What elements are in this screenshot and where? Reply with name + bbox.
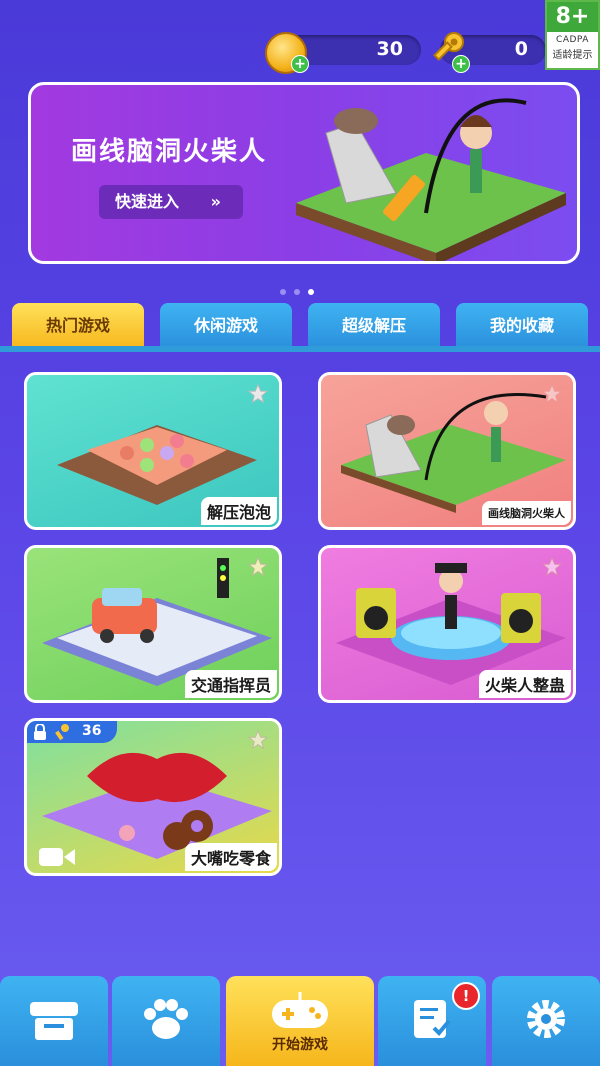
notification-badge: !	[452, 982, 480, 1010]
tab-hot-games[interactable]: 热门游戏	[12, 303, 144, 349]
page-dot[interactable]	[294, 289, 300, 295]
game-title: 画线脑洞火柴人	[482, 501, 571, 525]
game-title: 大嘴吃零食	[184, 843, 277, 871]
traffic-director-illustration	[42, 558, 272, 686]
page-dot[interactable]	[280, 289, 286, 295]
banner-illustration	[296, 98, 566, 261]
tab-super-relax[interactable]: 超级解压	[308, 303, 440, 349]
page-dot-active[interactable]	[308, 289, 314, 295]
featured-banner[interactable]: 画线脑洞火柴人 快速进入 »	[28, 82, 580, 264]
favorite-star-icon[interactable]	[247, 556, 269, 578]
video-ad-icon[interactable]	[37, 845, 77, 869]
add-keys-icon[interactable]: +	[452, 55, 470, 73]
age-rating-badge: 8+ CADPA 适龄提示	[545, 0, 600, 70]
nav-start-game[interactable]: 开始游戏	[226, 976, 374, 1066]
game-card-stickman-prank[interactable]: 火柴人整蛊	[318, 545, 576, 703]
game-title: 火柴人整蛊	[478, 670, 571, 698]
settings-icon	[527, 1000, 565, 1038]
tab-casual-games[interactable]: 休闲游戏	[160, 303, 292, 349]
tasks-icon	[414, 1000, 451, 1038]
favorite-star-icon[interactable]	[247, 383, 269, 405]
favorite-star-icon[interactable]	[247, 729, 269, 751]
tabs-underline	[0, 346, 600, 352]
age-rating: 8+	[547, 2, 598, 32]
quick-enter-button[interactable]: 快速进入 »	[99, 185, 243, 219]
banner-pagination	[280, 280, 322, 299]
nav-settings[interactable]	[492, 976, 600, 1066]
favorite-star-icon[interactable]	[541, 556, 563, 578]
lock-badge: 36	[27, 721, 117, 743]
double-chevron-icon: »	[210, 192, 221, 211]
nav-tasks[interactable]: !	[378, 976, 486, 1066]
coin-count: 30	[376, 38, 403, 60]
start-game-label: 开始游戏	[272, 1037, 328, 1053]
quick-enter-label: 快速进入	[115, 192, 180, 211]
game-card-traffic-director[interactable]: 交通指挥员	[24, 545, 282, 703]
lock-icon	[34, 724, 46, 740]
age-hint: 适龄提示	[552, 50, 593, 61]
favorite-star-icon[interactable]	[541, 383, 563, 405]
rating-org: CADPA	[556, 35, 589, 45]
shop-icon	[30, 1002, 78, 1040]
unlock-cost: 36	[82, 723, 102, 739]
nav-shop[interactable]	[0, 976, 108, 1066]
key-count: 0	[514, 38, 528, 60]
nav-pets[interactable]	[112, 976, 220, 1066]
game-title: 解压泡泡	[200, 497, 277, 525]
key-icon	[55, 724, 69, 741]
gamepad-icon	[272, 992, 328, 1028]
paw-icon	[144, 999, 188, 1039]
draw-stickman-illustration	[341, 393, 566, 513]
stickman-prank-illustration	[336, 563, 566, 685]
game-card-draw-stickman[interactable]: 画线脑洞火柴人	[318, 372, 576, 530]
add-coins-icon[interactable]: +	[291, 55, 309, 73]
game-title: 交通指挥员	[184, 670, 277, 698]
game-card-big-mouth-snacks[interactable]: 36 大嘴吃零食	[24, 718, 282, 876]
tab-my-favorites[interactable]: 我的收藏	[456, 303, 588, 349]
banner-title: 画线脑洞火柴人	[71, 137, 268, 167]
game-card-bubble-pop[interactable]: 解压泡泡	[24, 372, 282, 530]
